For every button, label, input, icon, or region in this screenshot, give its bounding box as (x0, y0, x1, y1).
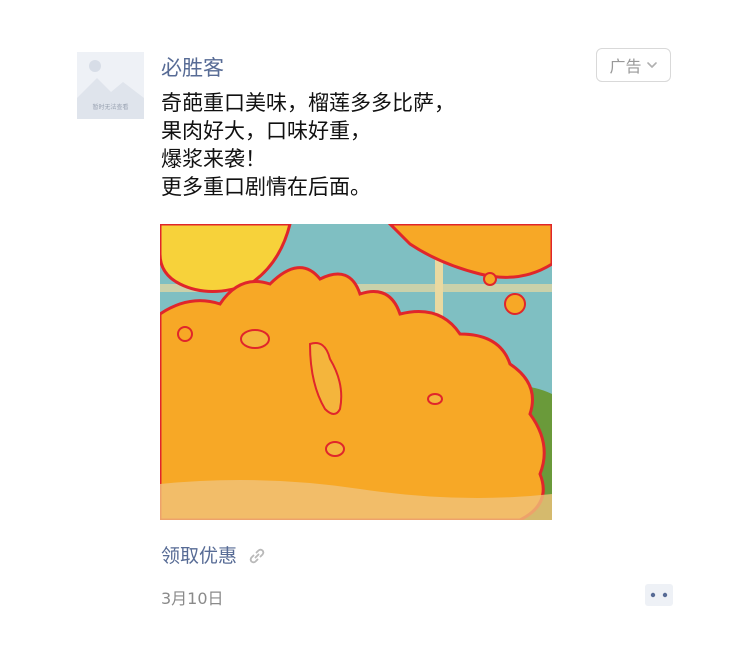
durian-splash-image (160, 224, 552, 520)
post-date: 3月10日 (161, 589, 224, 608)
author-name[interactable]: 必胜客 (161, 53, 224, 83)
avatar[interactable]: 暂时无法查看 (77, 52, 144, 119)
post-text: 奇葩重口美味，榴莲多多比萨， 果肉好大，口味好重， 爆浆来袭！ 更多重口剧情在后… (161, 89, 581, 201)
claim-offer-label: 领取优惠 (161, 545, 238, 567)
post-text-line: 更多重口剧情在后面。 (161, 175, 371, 199)
post-text-line: 奇葩重口美味，榴莲多多比萨， (161, 91, 455, 115)
post-text-line: 果肉好大，口味好重， (161, 119, 371, 143)
post-text-line: 爆浆来袭！ (161, 147, 266, 171)
chevron-down-icon (646, 62, 657, 68)
ad-tag-label: 广告 (609, 57, 642, 76)
link-icon (249, 548, 265, 564)
claim-offer-link[interactable]: 领取优惠 (161, 542, 267, 570)
comment-icon[interactable] (645, 584, 673, 606)
post-image[interactable] (160, 224, 552, 520)
ad-tag-button[interactable]: 广告 (596, 48, 671, 82)
avatar-caption: 暂时无法查看 (92, 104, 129, 111)
